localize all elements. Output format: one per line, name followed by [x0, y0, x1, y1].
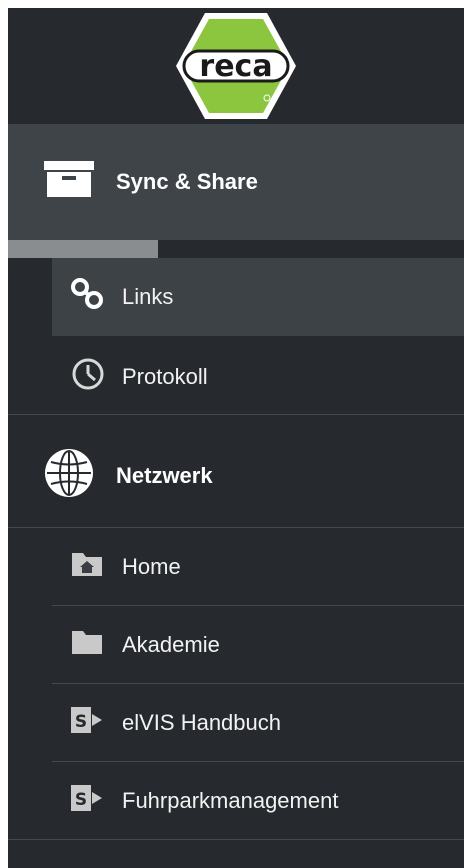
logo-text: reca	[199, 49, 272, 84]
reca-logo[interactable]: reca	[174, 10, 298, 122]
nav-item-links[interactable]: Links	[52, 258, 464, 336]
nav-item-label: Protokoll	[122, 364, 208, 389]
nav-item-akademie[interactable]: Akademie	[52, 606, 464, 684]
sidebar: reca Sync & Share Links Protokoll Netzwe…	[8, 8, 464, 868]
svg-text:S: S	[75, 712, 87, 732]
section-label: Sync & Share	[116, 169, 258, 194]
link-icon	[70, 277, 106, 317]
sharepoint-icon: S	[70, 705, 104, 741]
folder-icon	[70, 628, 104, 662]
nav-item-label: elVIS Handbuch	[122, 710, 281, 735]
nav-item-label: Fuhrparkmanagement	[122, 788, 339, 813]
section-netzwerk[interactable]: Netzwerk	[8, 418, 464, 534]
svg-text:S: S	[75, 790, 87, 810]
progress-fill	[8, 240, 159, 258]
divider	[8, 839, 464, 840]
progress-bar	[8, 240, 464, 258]
nav-item-label: Links	[122, 284, 174, 309]
clock-icon	[70, 356, 106, 398]
globe-icon	[42, 446, 96, 506]
nav-item-home[interactable]: Home	[52, 528, 464, 606]
section-sync-share[interactable]: Sync & Share	[8, 124, 464, 240]
nav-item-fuhrparkmanagement[interactable]: S Fuhrparkmanagement	[52, 762, 464, 840]
nav-item-protokoll[interactable]: Protokoll	[52, 338, 464, 416]
nav-item-label: Akademie	[122, 632, 220, 657]
logo-area: reca	[8, 8, 464, 124]
nav-item-elvis-handbuch[interactable]: S elVIS Handbuch	[52, 684, 464, 762]
folder-home-icon	[70, 550, 104, 584]
section-label: Netzwerk	[116, 463, 213, 488]
archive-box-icon	[42, 159, 96, 205]
divider	[8, 414, 464, 415]
nav-item-label: Home	[122, 554, 181, 579]
sharepoint-icon: S	[70, 783, 104, 819]
